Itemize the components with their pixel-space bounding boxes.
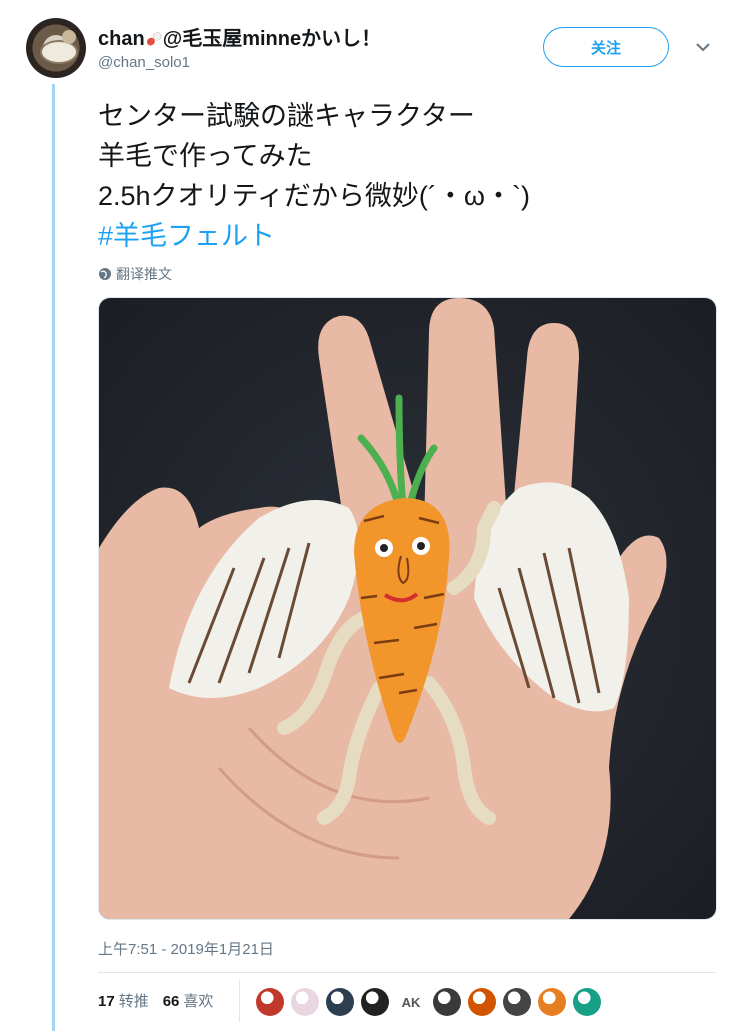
- translate-tweet-link[interactable]: 翻译推文: [98, 264, 172, 284]
- thread-line: [52, 84, 55, 1031]
- liker-avatar[interactable]: [433, 988, 461, 1016]
- chevron-down-icon[interactable]: [692, 36, 714, 58]
- tweet-line: 羊毛で作ってみた: [98, 141, 313, 171]
- liker-avatar[interactable]: [468, 988, 496, 1016]
- hashtag-link[interactable]: #羊毛フェルト: [98, 216, 530, 256]
- liker-avatar[interactable]: [503, 988, 531, 1016]
- liker-avatar[interactable]: [361, 988, 389, 1016]
- liker-avatars: AK: [256, 988, 601, 1016]
- divider: [98, 972, 715, 973]
- retweets-stat[interactable]: 17 转推: [98, 990, 149, 1011]
- felt-carrot-photo: [99, 298, 716, 919]
- liker-avatar[interactable]: [291, 988, 319, 1016]
- tweet-photo[interactable]: [98, 297, 717, 920]
- liker-avatar[interactable]: [326, 988, 354, 1016]
- liker-avatar[interactable]: [573, 988, 601, 1016]
- translate-label: 翻译推文: [116, 266, 172, 282]
- tweet-line: 2.5hクオリティだから微妙(´・ω・`): [98, 181, 530, 211]
- likes-stat[interactable]: 66 喜欢: [163, 990, 214, 1011]
- pill-emoji-icon: [146, 32, 162, 46]
- follow-button[interactable]: 关注: [543, 27, 669, 67]
- liker-avatar[interactable]: [256, 988, 284, 1016]
- author-avatar[interactable]: [26, 18, 86, 78]
- liker-avatar[interactable]: AK: [396, 988, 426, 1016]
- tweet-stats: 17 转推 66 喜欢: [98, 990, 213, 1011]
- author-display-name[interactable]: chan @毛玉屋minneかいし！: [98, 22, 381, 51]
- tweet-timestamp[interactable]: 上午7:51 - 2019年1月21日: [98, 938, 274, 959]
- tweet-line: センター試験の謎キャラクター: [98, 101, 475, 131]
- tweet-text: センター試験の謎キャラクター 羊毛で作ってみた 2.5hクオリティだから微妙(´…: [98, 96, 530, 256]
- globe-icon: [99, 268, 111, 280]
- liker-avatar[interactable]: [538, 988, 566, 1016]
- stats-separator: [239, 980, 240, 1022]
- author-handle[interactable]: @chan_solo1: [98, 54, 190, 71]
